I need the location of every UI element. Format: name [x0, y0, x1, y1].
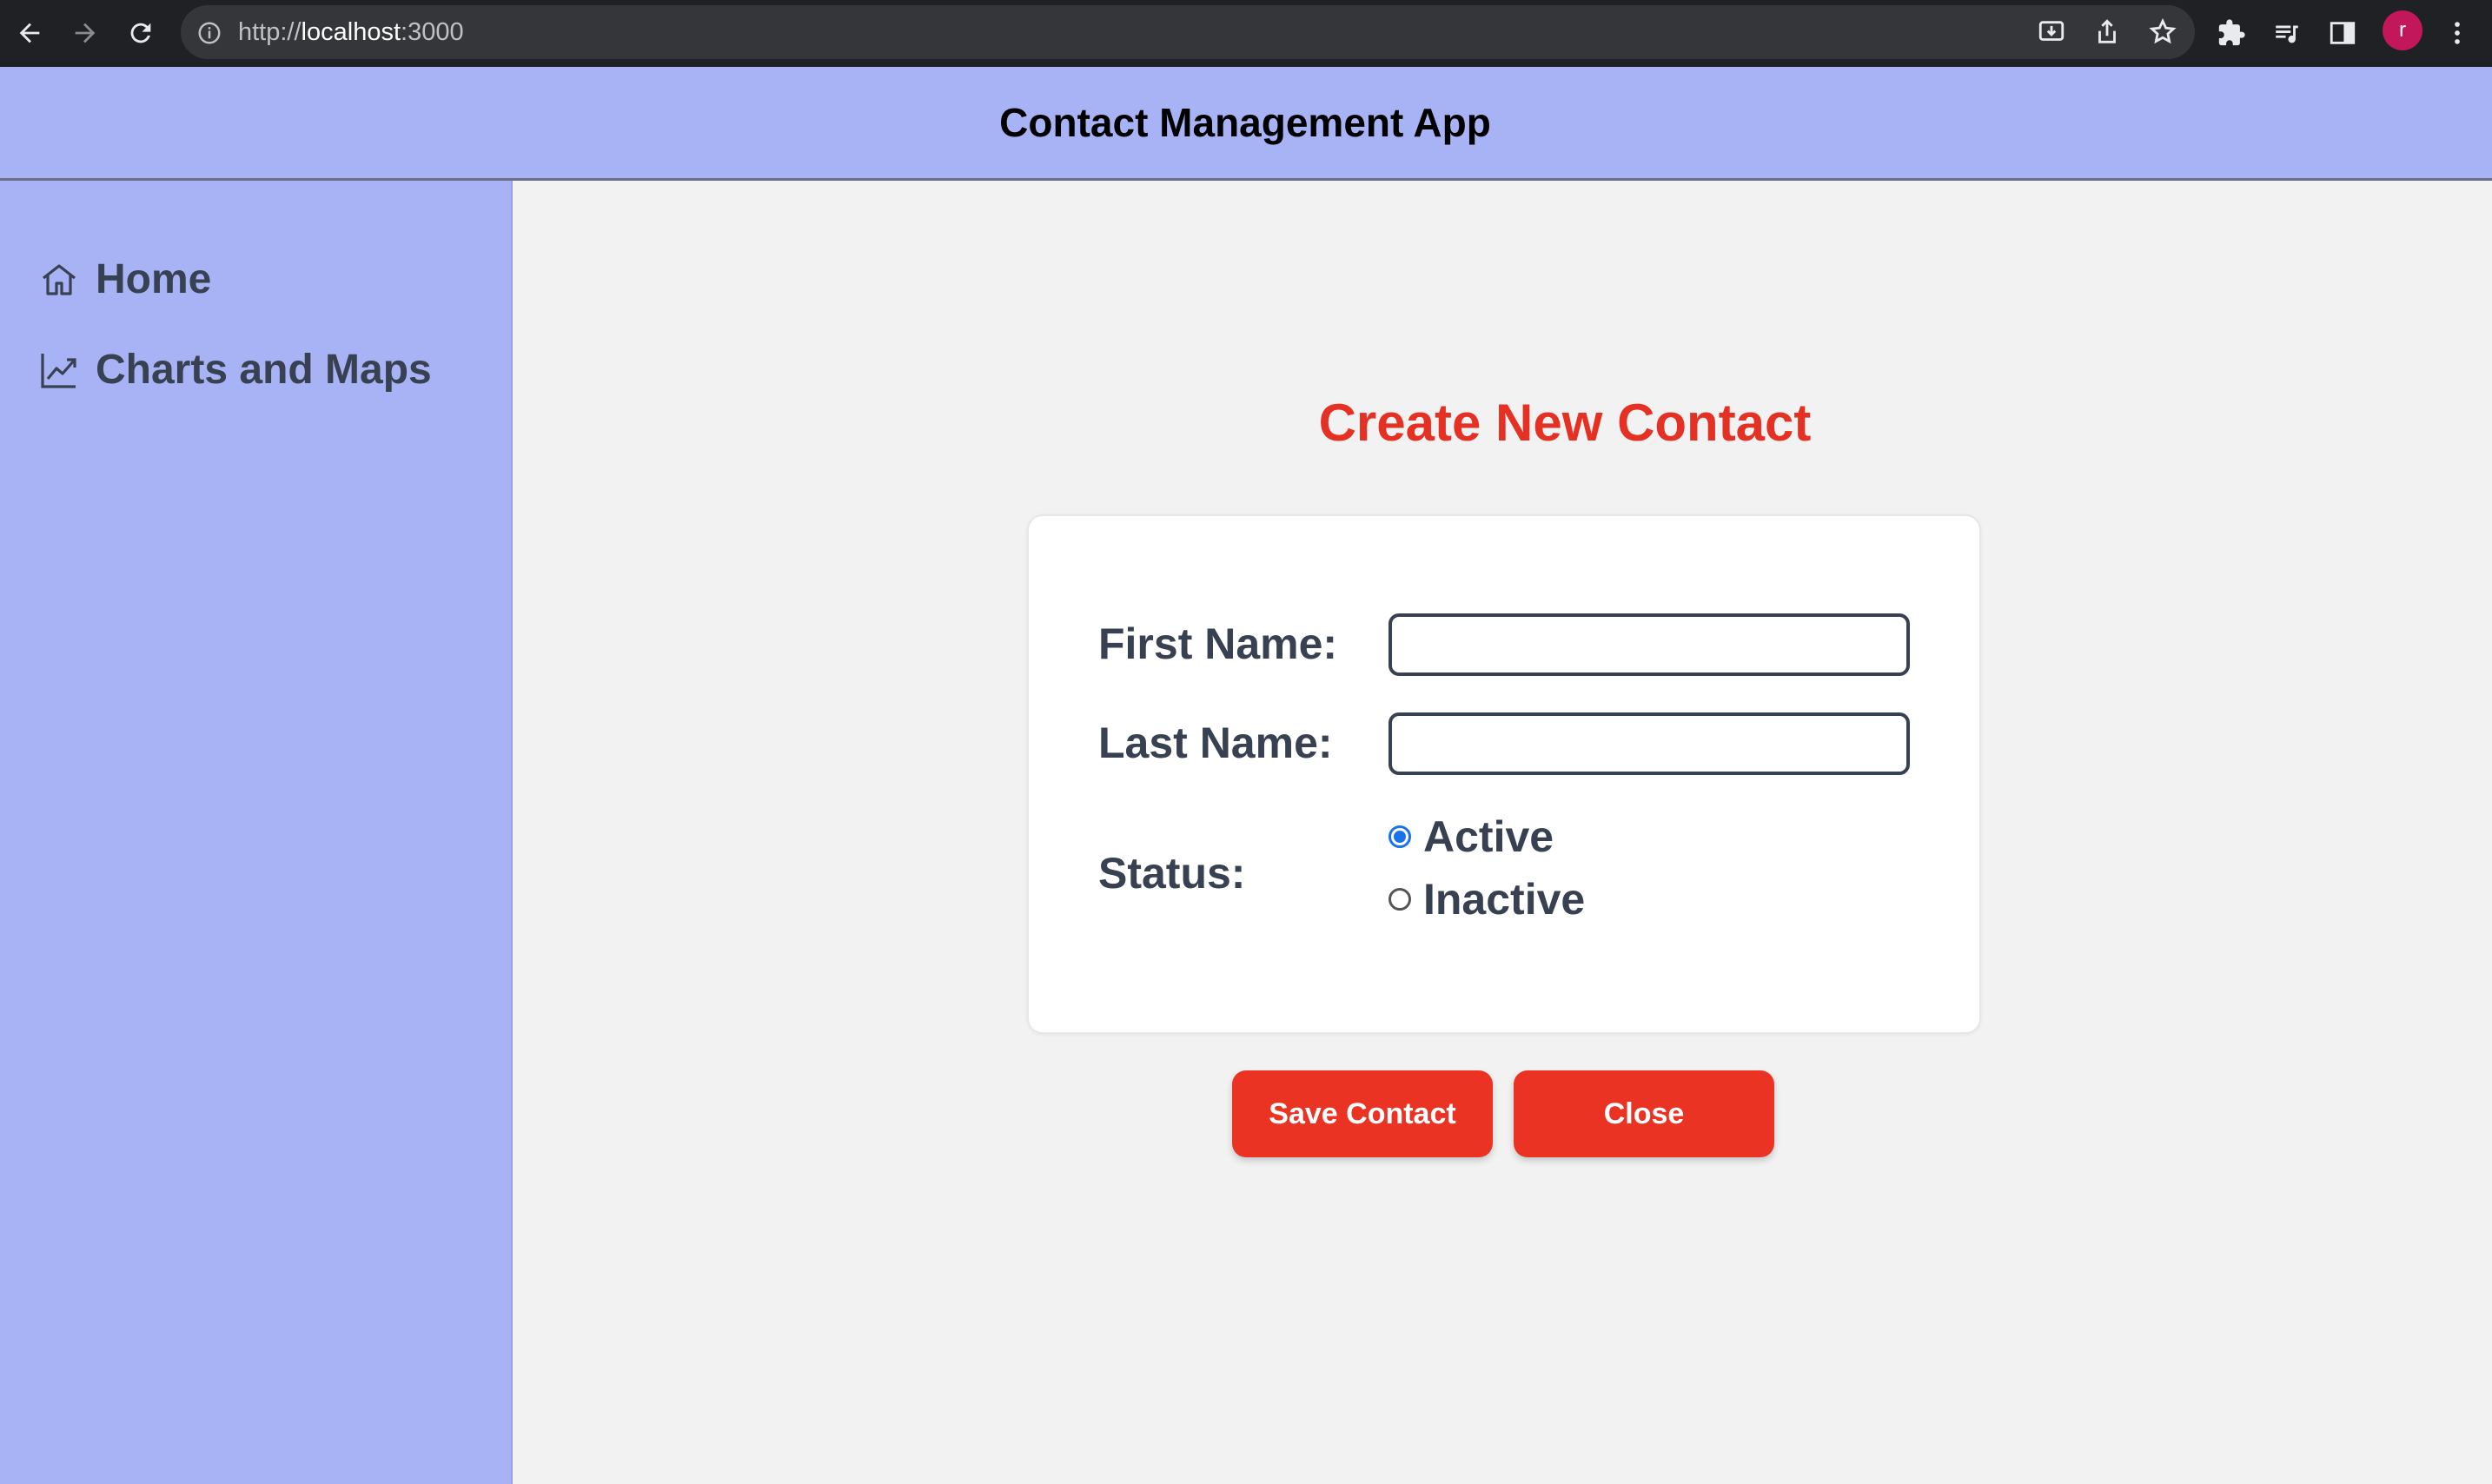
- share-icon[interactable]: [2092, 17, 2122, 47]
- status-active-radio[interactable]: [1388, 825, 1411, 848]
- media-queue-button[interactable]: [2270, 16, 2304, 50]
- forward-button[interactable]: [64, 12, 106, 54]
- sidebar-item-label: Home: [96, 256, 212, 302]
- first-name-input[interactable]: [1388, 613, 1910, 676]
- side-panel-button[interactable]: [2325, 16, 2360, 50]
- status-option-inactive[interactable]: Inactive: [1388, 874, 1585, 924]
- more-menu-button[interactable]: [2440, 16, 2475, 50]
- sidebar-item-label: Charts and Maps: [96, 347, 432, 393]
- last-name-label: Last Name:: [1098, 719, 1333, 767]
- extensions-button[interactable]: [2214, 16, 2249, 50]
- browser-toolbar: http://localhost:3000 r: [0, 0, 2492, 67]
- last-name-input[interactable]: [1388, 712, 1910, 775]
- status-inactive-label: Inactive: [1423, 875, 1586, 924]
- back-icon: [19, 23, 40, 43]
- side-panel-icon: [2330, 22, 2356, 44]
- url-host: localhost: [301, 18, 401, 46]
- info-icon[interactable]: [196, 20, 222, 46]
- sidebar-item-home[interactable]: Home: [38, 255, 211, 303]
- main-content: Create New Contact First Name: Last Name…: [514, 181, 2492, 1484]
- sidebar: Home Charts and Maps: [0, 181, 513, 1484]
- extensions-icon: [2218, 19, 2245, 46]
- more-vert-icon: [2455, 22, 2460, 44]
- app-header: Contact Management App: [0, 67, 2492, 181]
- profile-avatar[interactable]: r: [2383, 10, 2422, 50]
- first-name-label: First Name:: [1098, 619, 1338, 668]
- url-scheme: http://: [238, 18, 302, 46]
- form-title: Create New Contact: [1318, 394, 1812, 452]
- status-active-label: Active: [1423, 812, 1554, 861]
- address-bar[interactable]: http://localhost:3000: [181, 5, 2195, 59]
- status-inactive-radio[interactable]: [1388, 888, 1411, 911]
- media-queue-icon: [2276, 25, 2298, 43]
- back-button[interactable]: [9, 12, 50, 54]
- reload-button[interactable]: [120, 12, 162, 54]
- bookmark-star-icon[interactable]: [2148, 17, 2177, 47]
- save-contact-button[interactable]: Save Contact: [1232, 1070, 1493, 1157]
- install-icon[interactable]: [2037, 17, 2066, 47]
- url-text: http://localhost:3000: [238, 5, 464, 59]
- chart-line-icon: [41, 353, 76, 388]
- home-icon: [43, 263, 76, 295]
- app-title: Contact Management App: [999, 100, 1491, 145]
- reload-icon: [130, 23, 151, 43]
- forward-icon: [75, 23, 96, 43]
- status-option-active[interactable]: Active: [1388, 812, 1554, 862]
- status-label: Status:: [1098, 849, 1246, 898]
- url-port: :3000: [401, 18, 464, 46]
- close-button[interactable]: Close: [1514, 1070, 1774, 1157]
- contact-form-card: First Name: Last Name: Status: Active In…: [1027, 514, 1981, 1034]
- sidebar-item-charts-and-maps[interactable]: Charts and Maps: [38, 346, 432, 394]
